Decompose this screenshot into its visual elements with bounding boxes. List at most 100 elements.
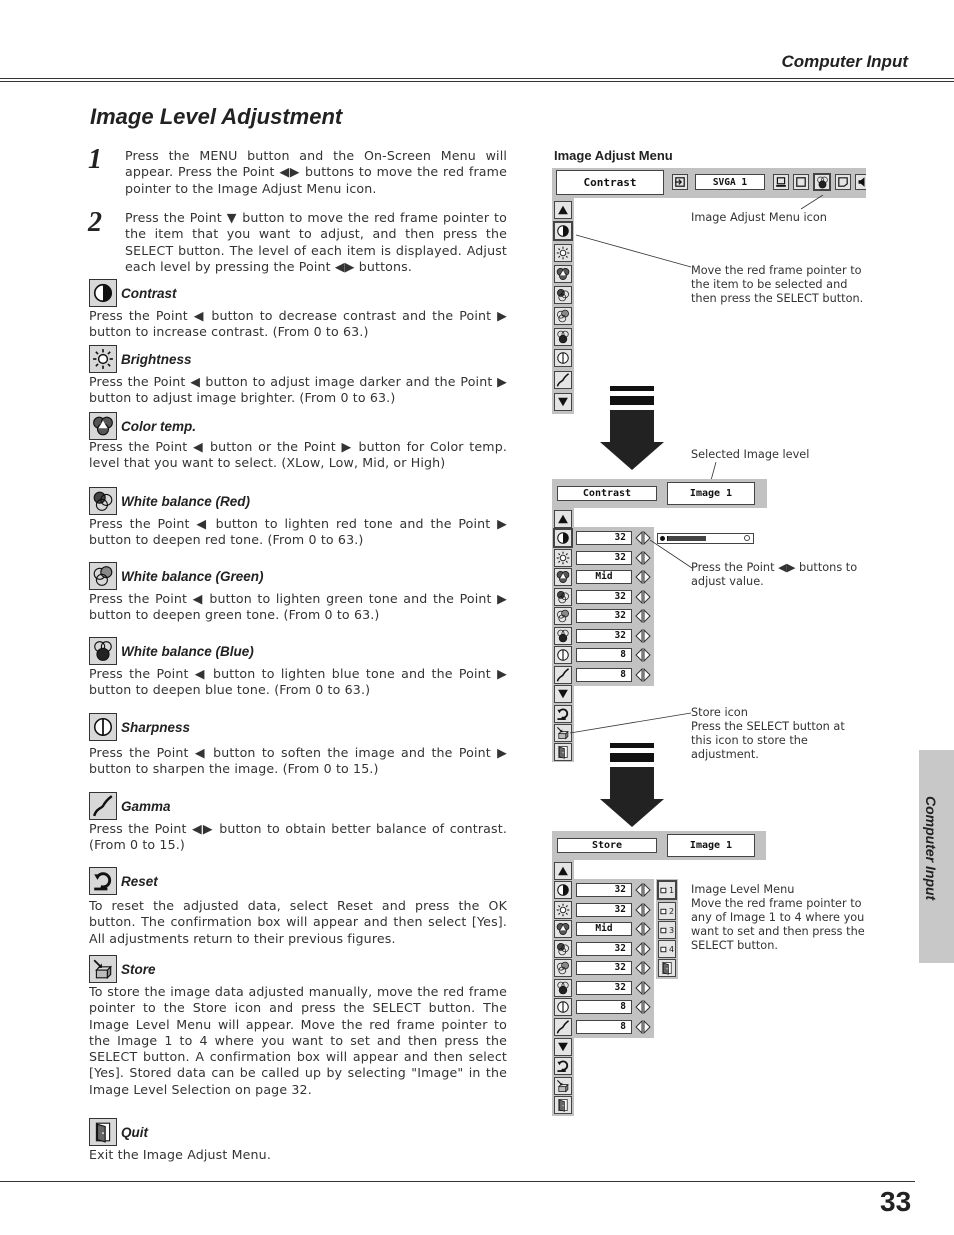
point-left-right-icon[interactable]	[635, 961, 651, 975]
white-balance-red-icon[interactable]	[554, 588, 572, 606]
image-slot-4[interactable]: 4	[658, 940, 676, 958]
image-adjust-menu-icon[interactable]	[813, 173, 831, 191]
point-left-right-icon[interactable]	[635, 883, 651, 897]
input-icon[interactable]	[672, 174, 688, 190]
item-quit: Quit Exit the Image Adjust Menu.	[89, 1118, 507, 1163]
item-text: Press the Point ◀ button to lighten gree…	[89, 591, 507, 623]
section-header: Computer Input	[781, 52, 908, 71]
quit-icon[interactable]	[658, 959, 676, 977]
bottom-rule	[0, 1181, 915, 1182]
store-icon[interactable]	[554, 1077, 572, 1095]
selected-item-field: Contrast	[557, 486, 657, 501]
value-field-wb-red: 32	[576, 942, 632, 956]
scroll-down-icon[interactable]	[554, 393, 572, 411]
reset-icon	[89, 867, 117, 895]
setting-icon[interactable]	[835, 174, 851, 190]
white-balance-green-icon[interactable]	[554, 959, 572, 977]
image-slot-1[interactable]: 1	[657, 880, 677, 900]
down-arrow-icon	[600, 743, 664, 827]
osd-menu-bar: Store Image 1	[552, 831, 766, 860]
item-contrast: Contrast Press the Point ◀ button to dec…	[89, 279, 507, 341]
image-slot-3[interactable]: 3	[658, 921, 676, 939]
point-left-right-icon[interactable]	[635, 981, 651, 995]
white-balance-green-icon	[89, 562, 117, 590]
pc-adjust-icon[interactable]	[773, 174, 789, 190]
scroll-up-icon[interactable]	[554, 510, 572, 528]
item-white-balance-red: White balance (Red) Press the Point ◀ bu…	[89, 487, 507, 549]
item-title: Gamma	[121, 798, 171, 814]
quit-icon[interactable]	[554, 743, 572, 761]
contrast-icon[interactable]	[554, 881, 572, 899]
white-balance-green-icon[interactable]	[554, 607, 572, 625]
point-left-right-icon[interactable]	[635, 1000, 651, 1014]
selected-item-field: Store	[557, 838, 657, 853]
osd-icon-column	[552, 860, 574, 1116]
gamma-icon[interactable]	[554, 371, 572, 389]
color-temp-icon[interactable]	[554, 568, 572, 586]
item-text: Press the Point ◀ button to lighten red …	[89, 516, 507, 548]
sharpness-icon[interactable]	[554, 646, 572, 664]
point-left-right-icon[interactable]	[635, 551, 651, 565]
screen-icon[interactable]	[793, 174, 809, 190]
point-left-right-icon[interactable]	[635, 648, 651, 662]
brightness-icon[interactable]	[554, 901, 572, 919]
white-balance-red-icon[interactable]	[554, 286, 572, 304]
scroll-down-icon[interactable]	[554, 685, 572, 703]
color-temp-icon[interactable]	[554, 920, 572, 938]
item-white-balance-blue: White balance (Blue) Press the Point ◀ b…	[89, 637, 507, 699]
annotation-move-pointer: Move the red frame pointer to the item t…	[691, 264, 864, 305]
point-left-right-icon[interactable]	[635, 609, 651, 623]
value-field-contrast: 32	[576, 531, 632, 545]
item-title: White balance (Red)	[121, 493, 251, 509]
item-title: Sharpness	[121, 719, 191, 735]
item-title: White balance (Blue)	[121, 643, 254, 659]
point-left-right-icon[interactable]	[635, 629, 651, 643]
point-left-right-icon[interactable]	[635, 942, 651, 956]
item-reset: Reset To reset the adjusted data, select…	[89, 867, 507, 947]
scroll-up-icon[interactable]	[554, 862, 572, 880]
item-text: Exit the Image Adjust Menu.	[89, 1147, 271, 1162]
contrast-icon	[89, 279, 117, 307]
page-number: 33	[880, 1186, 912, 1217]
item-sharpness: Sharpness Press the Point ◀ button to so…	[89, 713, 507, 778]
contrast-icon[interactable]	[553, 528, 573, 548]
item-store: Store To store the image data adjusted m…	[89, 955, 507, 1098]
image-slot-2[interactable]: 2	[658, 902, 676, 920]
brightness-icon[interactable]	[554, 549, 572, 567]
item-text: Press the Point ◀ button to decrease con…	[89, 308, 507, 340]
sharpness-icon[interactable]	[554, 998, 572, 1016]
sharpness-icon	[89, 713, 117, 741]
point-left-right-icon[interactable]	[635, 922, 651, 936]
sound-icon[interactable]	[855, 174, 866, 190]
white-balance-green-icon[interactable]	[554, 307, 572, 325]
white-balance-red-icon[interactable]	[554, 940, 572, 958]
item-white-balance-green: White balance (Green) Press the Point ◀ …	[89, 562, 507, 624]
reset-icon[interactable]	[554, 1057, 572, 1075]
gamma-icon[interactable]	[554, 666, 572, 684]
white-balance-blue-icon[interactable]	[554, 328, 572, 346]
item-title: Reset	[121, 873, 158, 889]
top-rule	[0, 78, 954, 82]
sharpness-icon[interactable]	[554, 349, 572, 367]
white-balance-blue-icon[interactable]	[554, 979, 572, 997]
point-left-right-icon[interactable]	[635, 1020, 651, 1034]
down-arrow-icon	[600, 386, 664, 470]
scroll-down-icon[interactable]	[554, 1038, 572, 1056]
point-left-right-icon[interactable]	[635, 590, 651, 604]
point-left-right-icon[interactable]	[635, 903, 651, 917]
white-balance-blue-icon[interactable]	[554, 627, 572, 645]
point-left-right-icon[interactable]	[635, 531, 651, 545]
image-level-field: Image 1	[667, 482, 755, 505]
point-left-right-icon[interactable]	[635, 570, 651, 584]
item-title: Quit	[121, 1124, 148, 1140]
point-left-right-icon[interactable]	[635, 668, 651, 682]
quit-icon[interactable]	[554, 1096, 572, 1114]
osd-value-column: 32 32 Mid 32 32 32 8 8	[574, 879, 654, 1038]
gamma-icon[interactable]	[554, 1018, 572, 1036]
slider-max-icon	[744, 535, 750, 541]
value-field-sharpness: 8	[576, 1000, 632, 1014]
value-field-gamma: 8	[576, 668, 632, 682]
image-level-menu: 1 2 3 4	[656, 879, 678, 979]
item-title: Store	[121, 961, 156, 977]
value-field-brightness: 32	[576, 551, 632, 565]
